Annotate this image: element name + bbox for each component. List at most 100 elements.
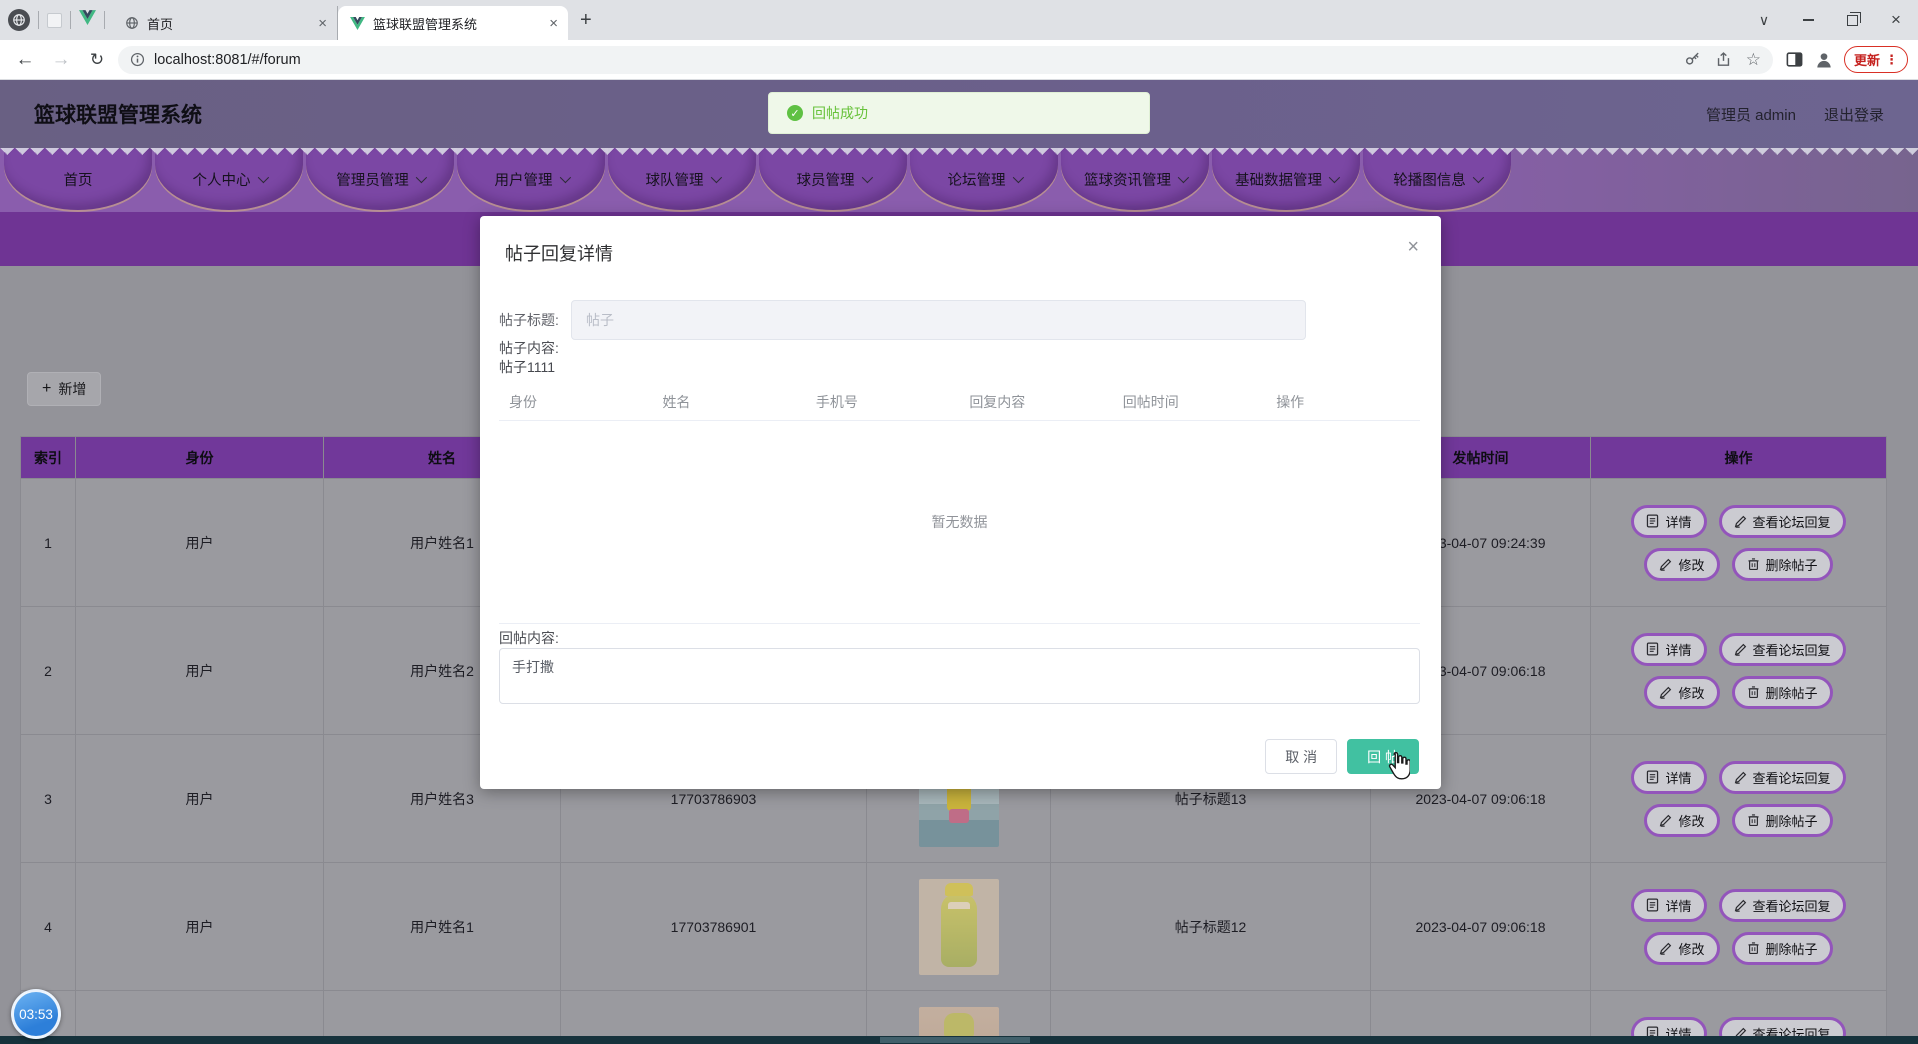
- cell-index: 4: [21, 863, 76, 991]
- view-forum-reply-button[interactable]: 查看论坛回复: [1718, 888, 1846, 922]
- chevron-down-icon: [559, 171, 571, 184]
- document-icon: [1647, 514, 1659, 528]
- scrollbar-thumb[interactable]: [880, 1037, 1030, 1043]
- detail-button[interactable]: 详情: [1631, 760, 1707, 794]
- add-new-label: 新增: [58, 381, 87, 397]
- delete-post-button[interactable]: 删除帖子: [1731, 547, 1833, 581]
- logout-link[interactable]: 退出登录: [1824, 104, 1884, 125]
- reply-table-header-row: 身份 姓名 手机号 回复内容 回帖时间 操作: [499, 384, 1420, 421]
- recording-timer-badge[interactable]: 03:53: [11, 989, 61, 1039]
- restore-button[interactable]: [1830, 0, 1874, 40]
- nav-item[interactable]: 轮播图信息: [1363, 148, 1511, 210]
- delete-post-button[interactable]: 删除帖子: [1731, 675, 1833, 709]
- restore-icon: [1846, 11, 1861, 26]
- document-icon: [1647, 898, 1659, 912]
- edit-button[interactable]: 修改: [1644, 931, 1720, 965]
- profile-avatar-icon[interactable]: [1814, 50, 1834, 70]
- edit-button[interactable]: 修改: [1644, 547, 1720, 581]
- view-forum-reply-label: 查看论坛回复: [1752, 642, 1831, 658]
- browser-profile-globe-icon[interactable]: [8, 9, 30, 31]
- close-window-button[interactable]: ×: [1874, 0, 1918, 40]
- browser-menu-dots-icon[interactable]: ⋮: [1885, 52, 1898, 68]
- nav-item[interactable]: 论坛管理: [910, 148, 1058, 210]
- dialog-close-icon[interactable]: ×: [1407, 236, 1419, 259]
- detail-label: 详情: [1665, 514, 1692, 530]
- blank-page-icon[interactable]: [47, 12, 62, 28]
- nav-item[interactable]: 管理员管理: [306, 148, 454, 210]
- nav-item[interactable]: 篮球资讯管理: [1061, 148, 1209, 210]
- nav-item-label: 基础数据管理: [1235, 172, 1322, 189]
- omnibox[interactable]: localhost:8081/#/forum ☆: [118, 45, 1773, 74]
- nav-item[interactable]: 基础数据管理: [1212, 148, 1360, 210]
- cell-index: 2: [21, 607, 76, 735]
- tab-home[interactable]: 首页 ×: [113, 6, 338, 40]
- cell-photo: [867, 863, 1051, 991]
- reply-content-textarea[interactable]: 手打撒: [499, 648, 1420, 704]
- nav-item-label: 球员管理: [796, 172, 855, 189]
- tab-title: 首页: [147, 16, 174, 32]
- nav-item[interactable]: 用户管理: [457, 148, 605, 210]
- chevron-down-icon: [1177, 171, 1190, 184]
- view-forum-reply-button[interactable]: 查看论坛回复: [1718, 760, 1846, 794]
- chevron-down-icon: [1012, 171, 1024, 184]
- edit-label: 修改: [1678, 685, 1705, 701]
- reply-table-empty-state: 暂无数据: [499, 421, 1420, 624]
- delete-post-button[interactable]: 删除帖子: [1731, 931, 1833, 965]
- view-forum-reply-button[interactable]: 查看论坛回复: [1718, 504, 1846, 538]
- password-key-icon[interactable]: [1684, 51, 1701, 68]
- share-icon[interactable]: [1715, 51, 1732, 68]
- detail-button[interactable]: 详情: [1631, 504, 1707, 538]
- cell-identity: 用户: [76, 863, 324, 991]
- new-tab-button[interactable]: +: [580, 9, 592, 32]
- delete-post-button[interactable]: 删除帖子: [1731, 803, 1833, 837]
- reply-table-header-cell: 回复内容: [969, 394, 1026, 410]
- reload-button[interactable]: ↻: [82, 50, 112, 70]
- nav-item-label: 个人中心: [192, 172, 251, 189]
- pencil-icon: [1734, 515, 1746, 528]
- nav-item[interactable]: 球员管理: [759, 148, 907, 210]
- back-button[interactable]: ←: [10, 49, 40, 71]
- side-panel-icon[interactable]: [1785, 50, 1804, 69]
- edit-label: 修改: [1678, 557, 1705, 573]
- detail-button[interactable]: 详情: [1631, 888, 1707, 922]
- tab-close-icon[interactable]: ×: [318, 16, 327, 31]
- omnibox-icons: ☆: [1684, 50, 1761, 70]
- app-title: 篮球联盟管理系统: [34, 104, 202, 127]
- success-toast: ✓ 回帖成功: [768, 92, 1150, 134]
- nav-item[interactable]: 首页: [4, 148, 152, 210]
- pencil-icon: [1734, 771, 1746, 784]
- nav-item[interactable]: 球队管理: [608, 148, 756, 210]
- tab-search-chevron-icon[interactable]: ∨: [1742, 0, 1786, 40]
- url-text[interactable]: localhost:8081/#/forum: [154, 52, 1675, 68]
- nav-item[interactable]: 个人中心: [155, 148, 303, 210]
- chevron-down-icon: [861, 171, 873, 184]
- edit-label: 修改: [1678, 813, 1705, 829]
- forum-table-header-cell: 身份: [76, 437, 324, 479]
- detail-label: 详情: [1665, 898, 1692, 914]
- browser-update-button[interactable]: 更新 ⋮: [1843, 46, 1908, 73]
- site-info-icon[interactable]: [130, 52, 145, 67]
- view-forum-reply-button[interactable]: 查看论坛回复: [1718, 632, 1846, 666]
- minimize-button[interactable]: [1786, 0, 1830, 40]
- cancel-button[interactable]: 取 消: [1265, 739, 1338, 774]
- vue-icon[interactable]: [79, 10, 96, 30]
- mouse-cursor-icon: [1386, 751, 1411, 785]
- tab-close-icon[interactable]: ×: [549, 16, 558, 31]
- bookmark-star-icon[interactable]: ☆: [1746, 50, 1761, 70]
- nav-item-label: 轮播图信息: [1393, 172, 1466, 189]
- forward-button[interactable]: →: [46, 49, 76, 71]
- divider: [70, 11, 71, 29]
- browser-address-bar: ← → ↻ localhost:8081/#/forum ☆ 更新 ⋮: [0, 40, 1918, 80]
- post-title-input[interactable]: [571, 300, 1306, 340]
- edit-button[interactable]: 修改: [1644, 675, 1720, 709]
- trash-icon: [1747, 686, 1759, 699]
- divider: [104, 11, 105, 29]
- horizontal-scrollbar[interactable]: [0, 1036, 1918, 1044]
- tab-basketball-system[interactable]: 篮球联盟管理系统 ×: [338, 6, 568, 40]
- add-new-button[interactable]: + 新增: [27, 372, 102, 406]
- cell-phone: 17703786901: [561, 863, 867, 991]
- edit-button[interactable]: 修改: [1644, 803, 1720, 837]
- reply-content-label: 回帖内容:: [499, 630, 559, 646]
- detail-button[interactable]: 详情: [1631, 632, 1707, 666]
- delete-post-label: 删除帖子: [1765, 685, 1818, 701]
